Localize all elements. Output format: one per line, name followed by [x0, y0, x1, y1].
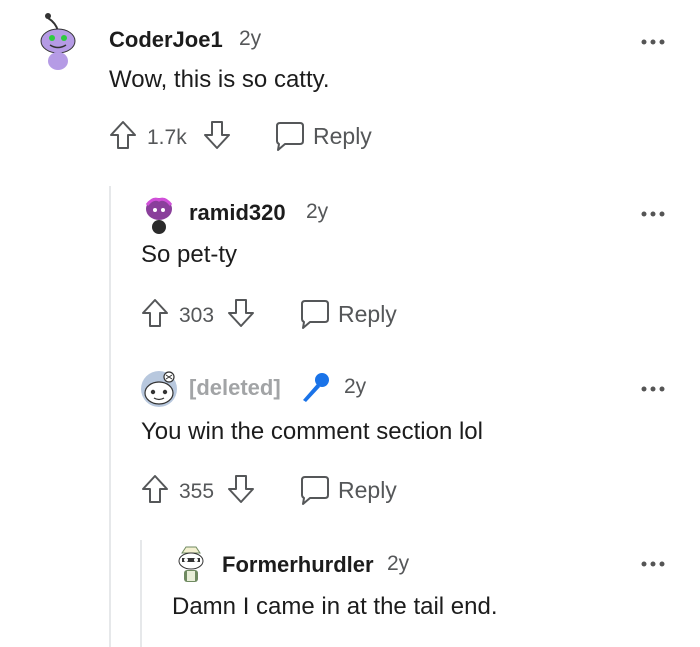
- reply-label: Reply: [313, 123, 372, 149]
- microphone-icon: [297, 370, 333, 406]
- snoo-avatar-icon[interactable]: [143, 195, 175, 234]
- upvote-icon[interactable]: [141, 474, 169, 504]
- more-options-icon[interactable]: [640, 555, 666, 569]
- upvote-icon[interactable]: [109, 120, 137, 150]
- comment-formerhurdler: Formerhurdler 2y Damn I came in at the t…: [0, 535, 700, 647]
- reply-button[interactable]: Reply: [298, 474, 398, 508]
- comment-ramid320: ramid320 2y So pet-ty 303 Reply: [0, 180, 700, 340]
- snoo-avatar-icon[interactable]: [38, 13, 76, 70]
- comment-age[interactable]: 2y: [306, 200, 328, 224]
- reply-button[interactable]: Reply: [298, 298, 398, 332]
- downvote-icon[interactable]: [227, 474, 255, 504]
- comment-username[interactable]: Formerhurdler: [222, 552, 374, 578]
- vote-score: 355: [179, 480, 215, 503]
- comment-actions: 1.7k Reply: [109, 120, 409, 156]
- comment-age[interactable]: 2y: [239, 27, 261, 51]
- comment-username[interactable]: [deleted]: [189, 375, 281, 401]
- more-options-icon[interactable]: [640, 380, 666, 394]
- downvote-icon[interactable]: [227, 298, 255, 328]
- vote-score: 1.7k: [147, 126, 187, 149]
- comment-body: Damn I came in at the tail end.: [172, 593, 498, 620]
- comment-username[interactable]: CoderJoe1: [109, 27, 223, 53]
- more-options-icon[interactable]: [640, 205, 666, 219]
- comment-username[interactable]: ramid320: [189, 200, 286, 226]
- downvote-icon[interactable]: [203, 120, 231, 150]
- vote-score: 303: [179, 304, 215, 327]
- comment-deleted: [deleted] 2y You win the comment section…: [0, 356, 700, 516]
- snoo-avatar-icon[interactable]: [139, 369, 179, 409]
- comment-bubble-icon: [301, 476, 329, 505]
- reply-label: Reply: [338, 477, 397, 503]
- comment-coderjoe1: CoderJoe1 2y Wow, this is so catty. 1.7k…: [0, 0, 700, 170]
- snoo-avatar-icon[interactable]: [176, 545, 206, 585]
- comment-body: So pet-ty: [141, 241, 238, 268]
- comment-body: You win the comment section lol: [141, 418, 483, 445]
- comment-age[interactable]: 2y: [344, 375, 366, 399]
- comment-actions: 303 Reply: [141, 298, 441, 334]
- reply-label: Reply: [338, 301, 397, 327]
- comment-bubble-icon: [276, 122, 304, 151]
- comment-body: Wow, this is so catty.: [109, 66, 330, 93]
- more-options-icon[interactable]: [640, 33, 666, 47]
- upvote-icon[interactable]: [141, 298, 169, 328]
- comment-bubble-icon: [301, 300, 329, 329]
- comment-age[interactable]: 2y: [387, 552, 409, 576]
- comment-actions: 355 Reply: [141, 474, 441, 510]
- reply-button[interactable]: Reply: [273, 120, 373, 154]
